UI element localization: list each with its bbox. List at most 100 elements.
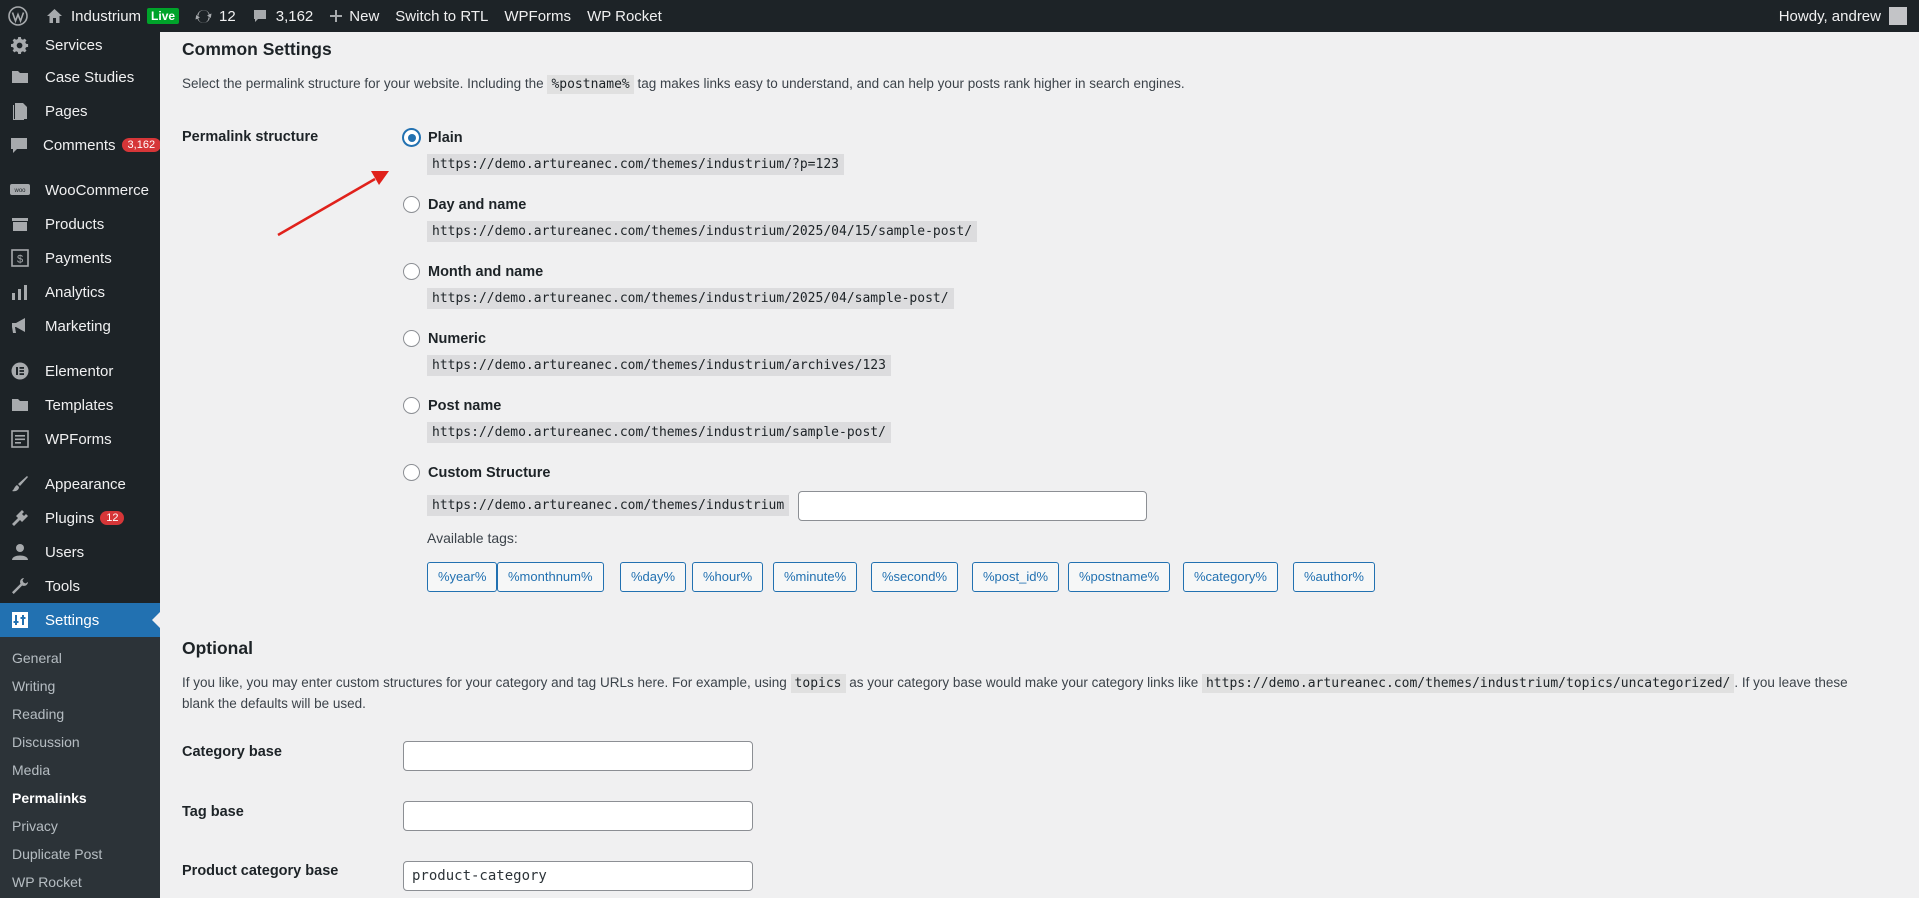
site-name: Industrium [71, 7, 142, 25]
postname-code: %postname% [547, 75, 634, 94]
option-label: Post name [428, 397, 502, 414]
submenu-privacy[interactable]: Privacy [0, 812, 160, 840]
option-day-and-name[interactable]: Day and name [403, 196, 526, 213]
tag-button-category[interactable]: %category% [1183, 562, 1278, 592]
option-label: Day and name [428, 196, 527, 213]
menu-analytics[interactable]: Analytics [0, 275, 160, 309]
submenu-discussion[interactable]: Discussion [0, 728, 160, 756]
menu-marketing[interactable]: Marketing [0, 309, 160, 343]
category-base-input[interactable] [403, 741, 753, 771]
submenu-permalinks[interactable]: Permalinks [0, 784, 160, 812]
tag-button-day[interactable]: %day% [620, 562, 687, 592]
brush-icon [10, 474, 30, 494]
settings-submenu: General Writing Reading Discussion Media… [0, 637, 160, 898]
menu-label: Payments [45, 249, 112, 267]
menu-comments[interactable]: Comments 3,162 [0, 128, 160, 162]
submenu-writing[interactable]: Writing [0, 672, 160, 700]
tag-base-input[interactable] [403, 801, 753, 831]
tag-button-hour[interactable]: %hour% [692, 562, 764, 592]
menu-settings[interactable]: Settings [0, 603, 160, 637]
svg-text:$: $ [17, 254, 23, 266]
analytics-icon [10, 282, 30, 302]
category-base-label: Category base [182, 744, 282, 760]
tag-button-minute[interactable]: %minute% [773, 562, 858, 592]
menu-templates[interactable]: Templates [0, 388, 160, 422]
product-category-base-input[interactable] [403, 861, 753, 891]
available-tags: %year% %monthnum% %day% %hour% %minute% … [427, 562, 1407, 592]
menu-plugins[interactable]: Plugins 12 [0, 501, 160, 535]
submenu-wp-rocket[interactable]: WP Rocket [0, 868, 160, 896]
month-name-url-example: https://demo.artureanec.com/themes/indus… [427, 288, 954, 309]
radio-month-and-name[interactable] [403, 263, 420, 280]
home-icon [46, 8, 63, 24]
radio-plain[interactable] [403, 129, 420, 146]
radio-day-and-name[interactable] [403, 196, 420, 213]
payments-icon: $ [10, 248, 30, 268]
option-label: Month and name [428, 263, 544, 280]
new-content-link[interactable]: New [321, 0, 387, 32]
plugins-badge: 12 [100, 511, 125, 525]
menu-users[interactable]: Users [0, 535, 160, 569]
updates-count: 12 [219, 7, 236, 25]
tag-button-postname[interactable]: %postname% [1068, 562, 1171, 592]
refresh-icon [195, 8, 212, 25]
custom-structure-input[interactable] [798, 491, 1147, 521]
tag-button-second[interactable]: %second% [871, 562, 959, 592]
menu-wpforms[interactable]: WPForms [0, 422, 160, 456]
menu-services[interactable]: Services [0, 32, 160, 60]
live-badge: Live [147, 8, 180, 24]
radio-numeric[interactable] [403, 330, 420, 347]
forms-icon [10, 429, 30, 449]
menu-label: Services [45, 36, 103, 54]
optional-description: If you like, you may enter custom struct… [182, 674, 1848, 711]
menu-case-studies[interactable]: Case Studies [0, 60, 160, 94]
menu-payments[interactable]: $ Payments [0, 241, 160, 275]
menu-pages[interactable]: Pages [0, 94, 160, 128]
option-numeric[interactable]: Numeric [403, 330, 486, 347]
post-name-url-example: https://demo.artureanec.com/themes/indus… [427, 422, 891, 443]
submenu-duplicate-post[interactable]: Duplicate Post [0, 840, 160, 868]
submenu-media[interactable]: Media [0, 756, 160, 784]
menu-elementor[interactable]: Elementor [0, 354, 160, 388]
custom-structure-prefix: https://demo.artureanec.com/themes/indus… [427, 495, 790, 516]
annotation-arrow-icon [277, 171, 389, 237]
menu-products[interactable]: Products [0, 207, 160, 241]
menu-label: WooCommerce [45, 181, 149, 199]
optional-title: Optional [182, 638, 253, 658]
megaphone-icon [10, 316, 30, 336]
option-plain[interactable]: Plain [403, 129, 463, 146]
comment-bubble-icon [252, 8, 268, 24]
common-settings-description: Select the permalink structure for your … [182, 75, 1185, 94]
wprocket-link[interactable]: WP Rocket [579, 0, 670, 32]
tag-button-monthnum[interactable]: %monthnum% [497, 562, 604, 592]
admin-bar: Industrium Live 12 3,162 New Switch to R… [0, 0, 1919, 32]
howdy-text: Howdy, andrew [1778, 7, 1881, 25]
radio-post-name[interactable] [403, 397, 420, 414]
comments-link[interactable]: 3,162 [244, 0, 322, 32]
example-category-url-code: https://demo.artureanec.com/themes/indus… [1201, 674, 1735, 693]
option-post-name[interactable]: Post name [403, 397, 501, 414]
tag-button-author[interactable]: %author% [1293, 562, 1375, 592]
gear-icon [10, 35, 30, 55]
tag-button-post-id[interactable]: %post_id% [972, 562, 1060, 592]
menu-woocommerce[interactable]: woo WooCommerce [0, 173, 160, 207]
topics-code: topics [790, 674, 846, 693]
wpforms-link[interactable]: WPForms [496, 0, 579, 32]
tag-base-label: Tag base [182, 804, 244, 820]
site-name-link[interactable]: Industrium Live [38, 0, 187, 32]
day-name-url-example: https://demo.artureanec.com/themes/indus… [427, 221, 978, 242]
switch-rtl-link[interactable]: Switch to RTL [387, 0, 496, 32]
option-custom-structure[interactable]: Custom Structure [403, 464, 550, 481]
submenu-reading[interactable]: Reading [0, 700, 160, 728]
updates-link[interactable]: 12 [187, 0, 244, 32]
menu-tools[interactable]: Tools [0, 569, 160, 603]
wordpress-logo-icon[interactable] [0, 0, 38, 32]
submenu-general[interactable]: General [0, 644, 160, 672]
radio-custom-structure[interactable] [403, 464, 420, 481]
menu-appearance[interactable]: Appearance [0, 467, 160, 501]
tag-button-year[interactable]: %year% [427, 562, 498, 592]
option-label: Custom Structure [428, 464, 551, 481]
my-account[interactable]: Howdy, andrew [1779, 0, 1907, 32]
option-month-and-name[interactable]: Month and name [403, 263, 543, 280]
menu-label: Settings [45, 611, 100, 629]
